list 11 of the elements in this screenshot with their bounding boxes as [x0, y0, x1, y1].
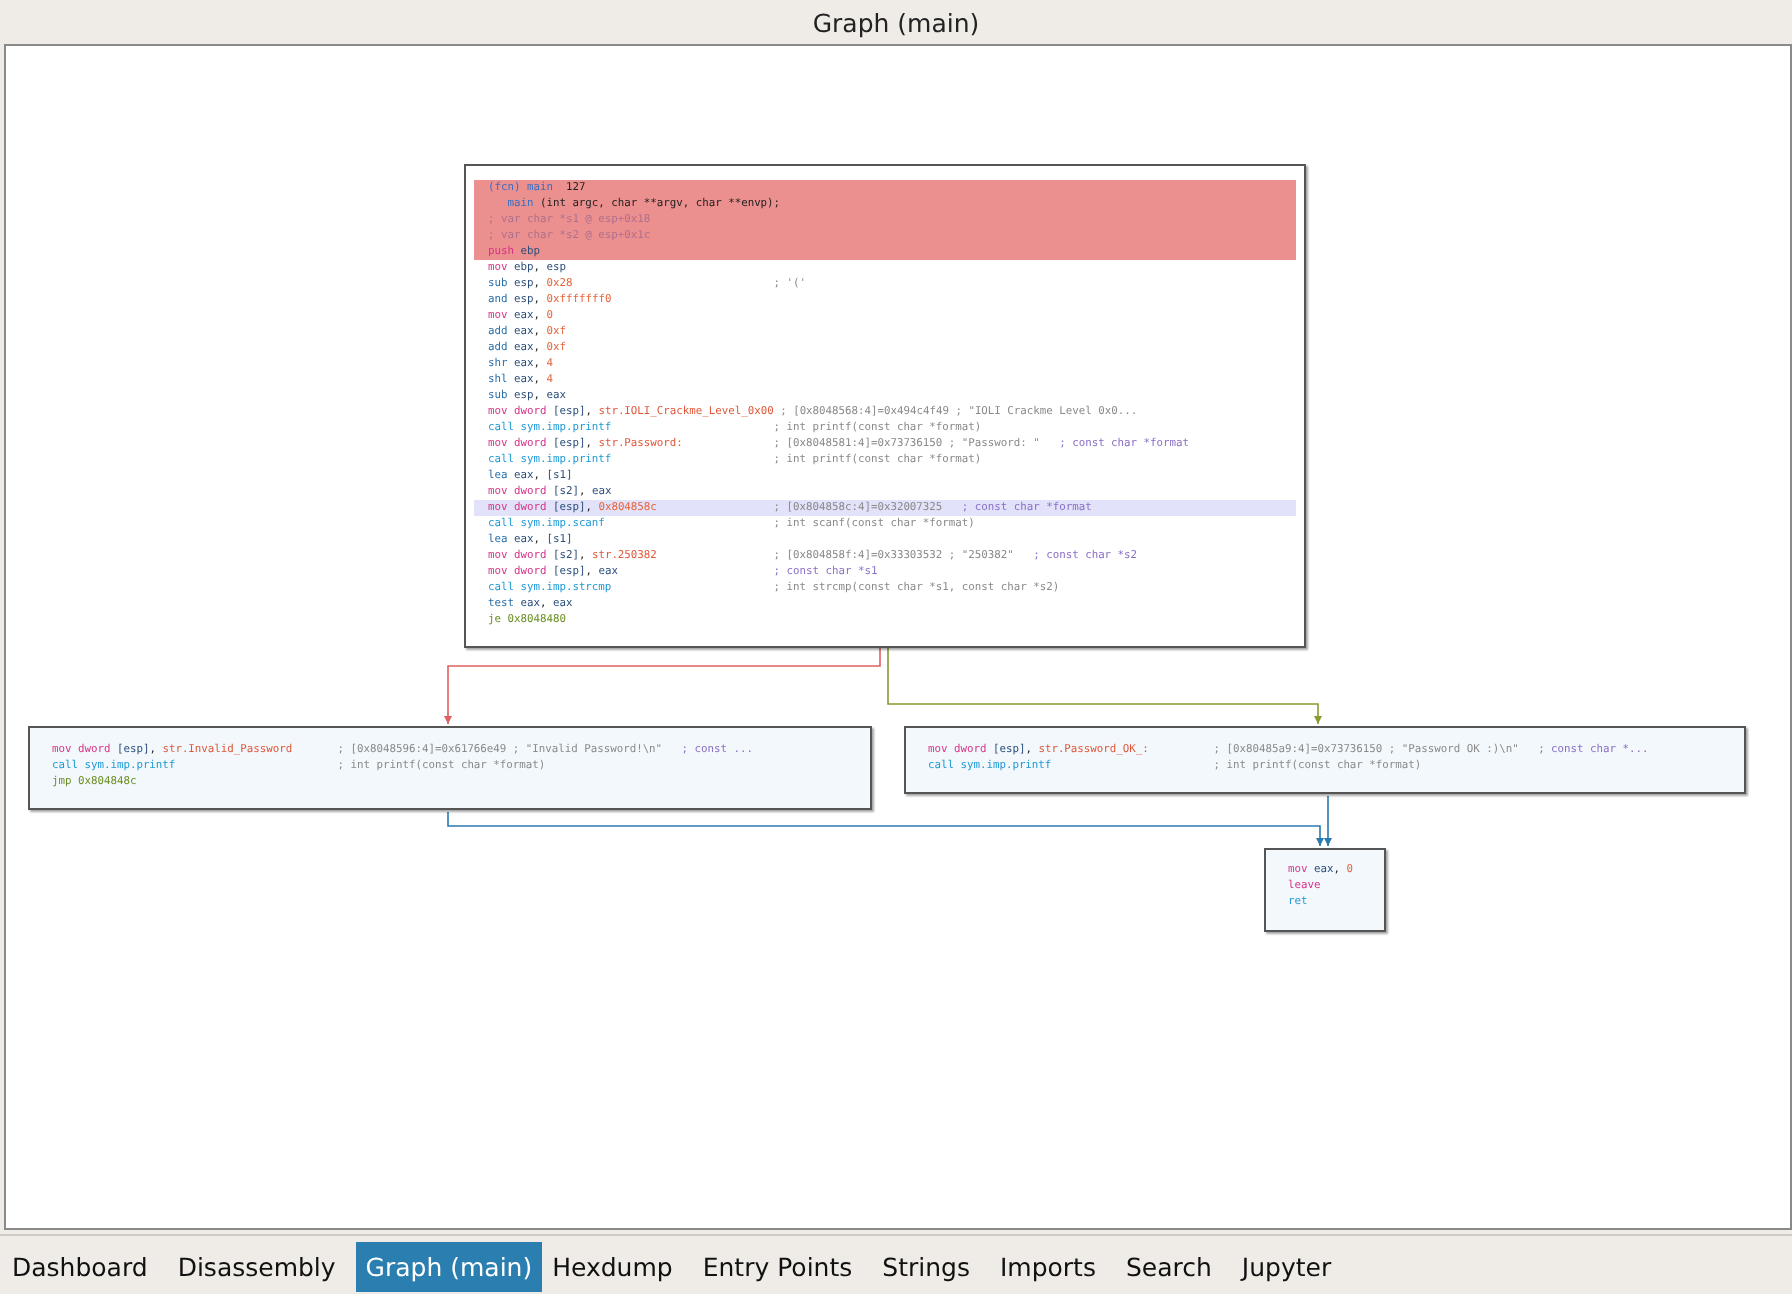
tab[interactable]: Graph (main)	[355, 1241, 543, 1291]
tab[interactable]: Strings	[872, 1241, 980, 1291]
tab[interactable]: Disassembly	[167, 1241, 346, 1291]
tab[interactable]: Imports	[989, 1241, 1106, 1291]
window-title: Graph (main)	[812, 7, 980, 37]
tab[interactable]: Entry Points	[692, 1241, 863, 1291]
tab[interactable]: Jupyter	[1231, 1241, 1342, 1291]
tab[interactable]: Hexdump	[542, 1241, 683, 1291]
code-block[interactable]	[464, 164, 1306, 648]
tab[interactable]: Search	[1115, 1241, 1222, 1291]
tab[interactable]: Dashboard	[2, 1241, 158, 1291]
